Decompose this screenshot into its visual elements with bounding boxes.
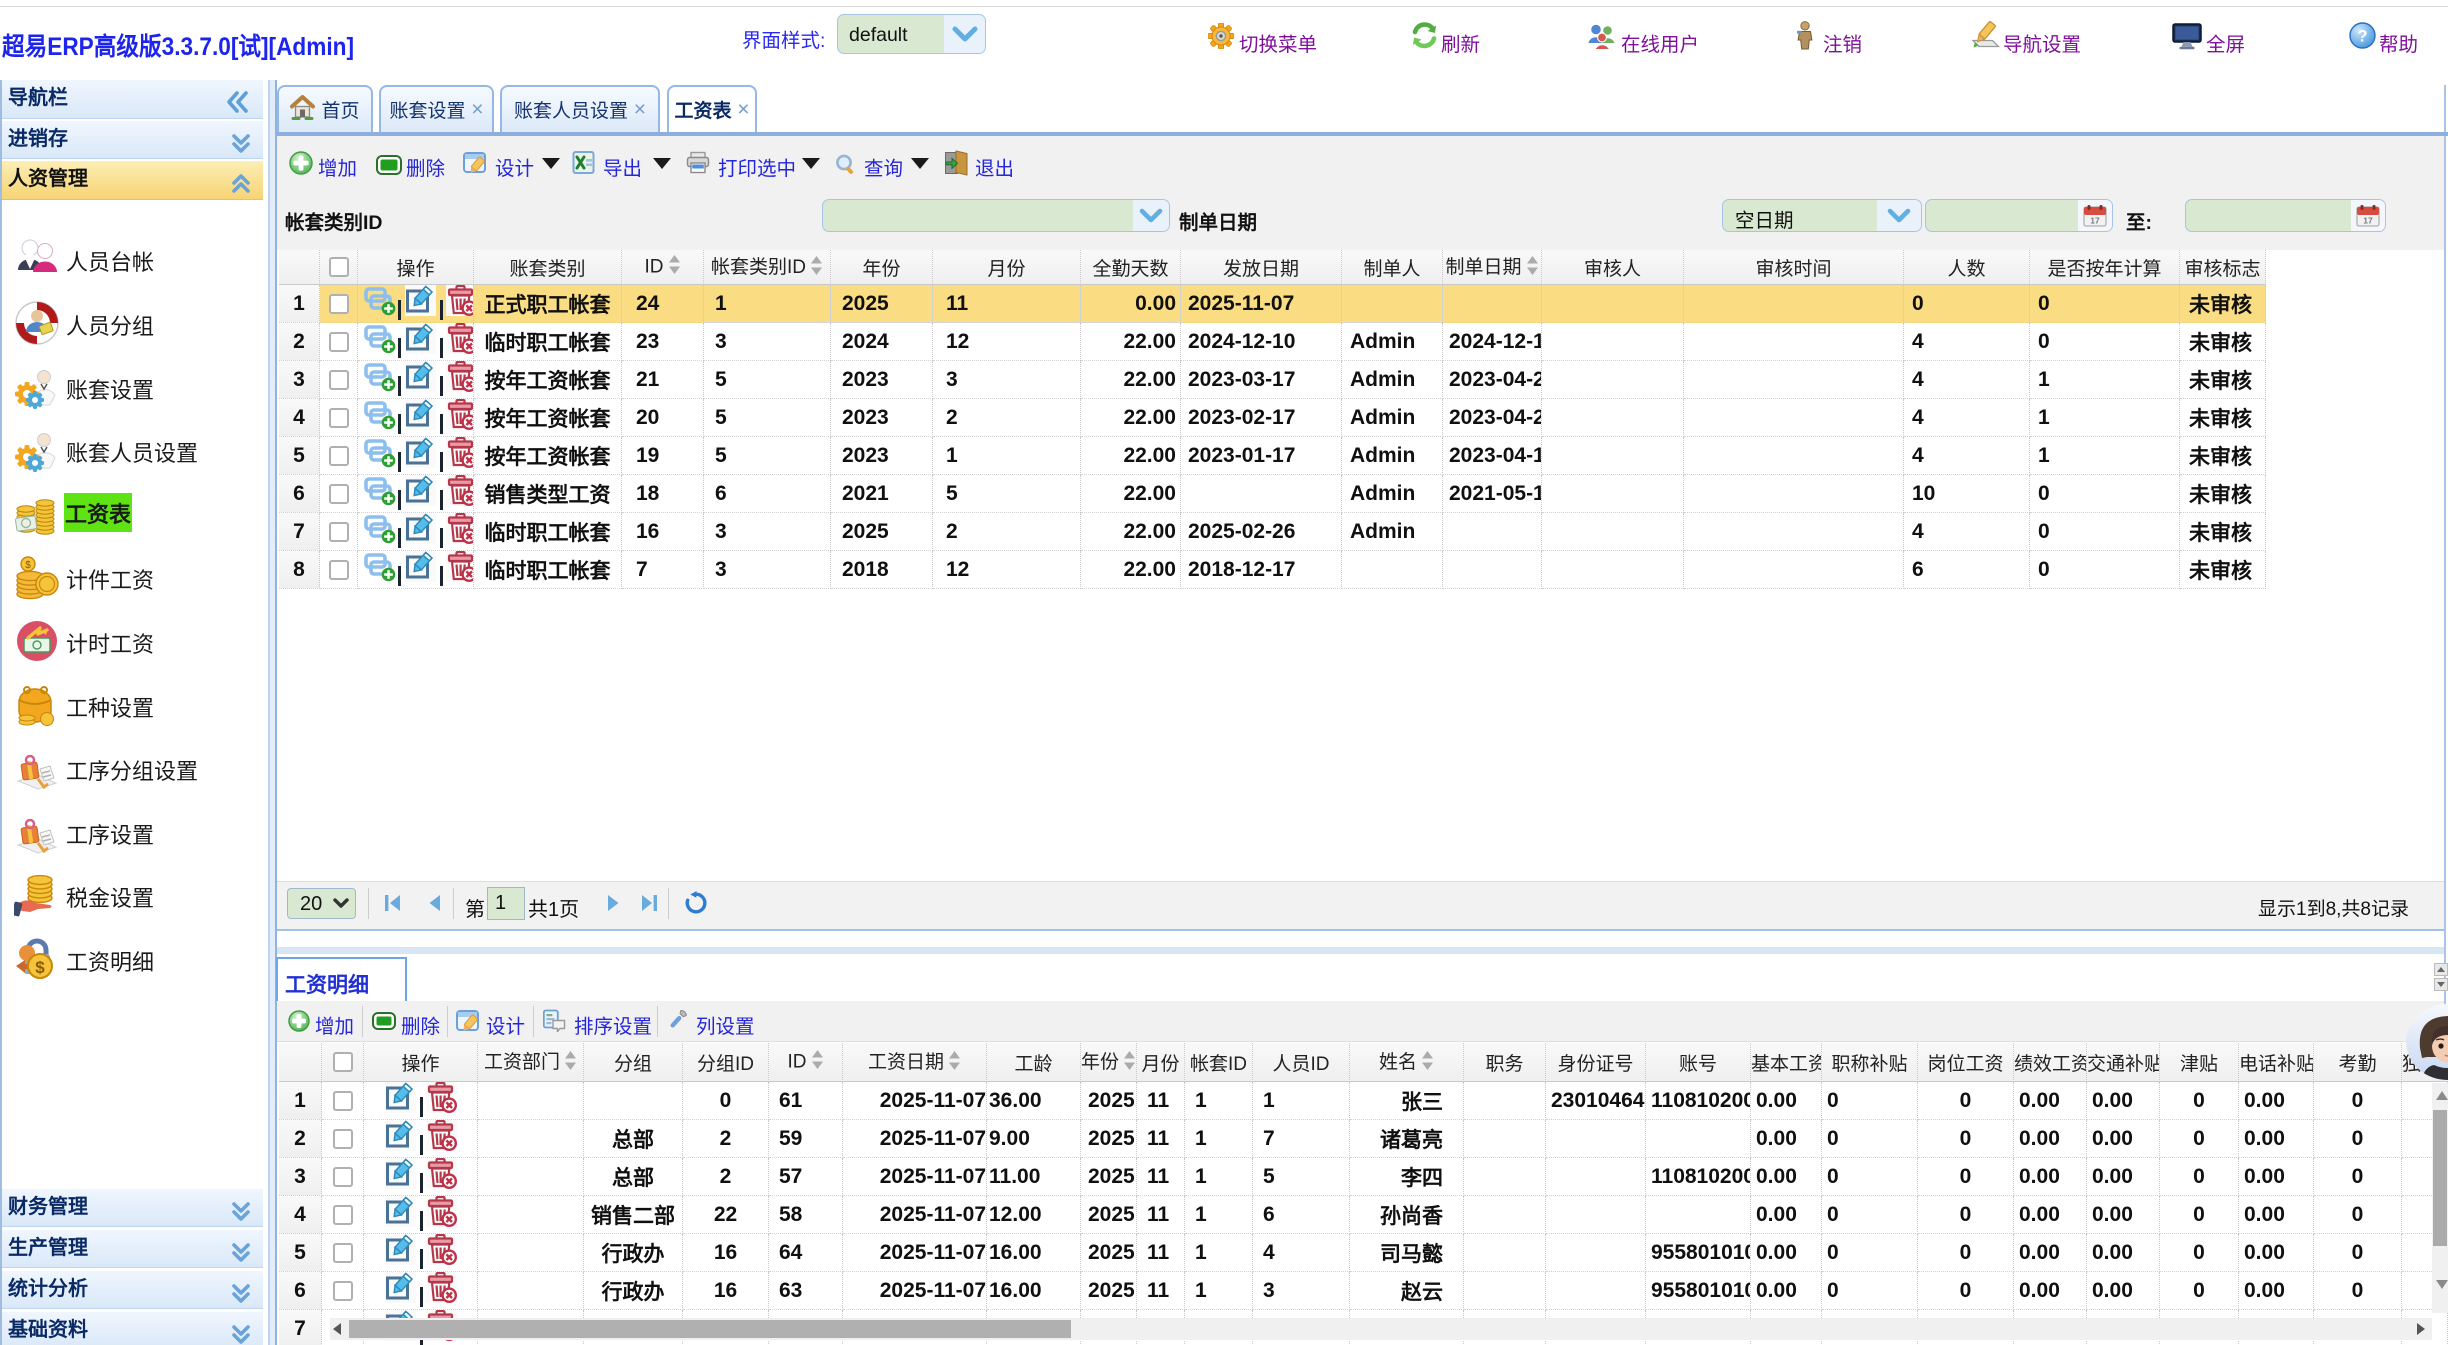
svg-text:17: 17 (2090, 215, 2100, 225)
svg-text:$: $ (25, 560, 31, 571)
svg-text:$: $ (35, 958, 45, 977)
svg-text:?: ? (2357, 26, 2367, 45)
svg-text:17: 17 (2363, 215, 2373, 225)
